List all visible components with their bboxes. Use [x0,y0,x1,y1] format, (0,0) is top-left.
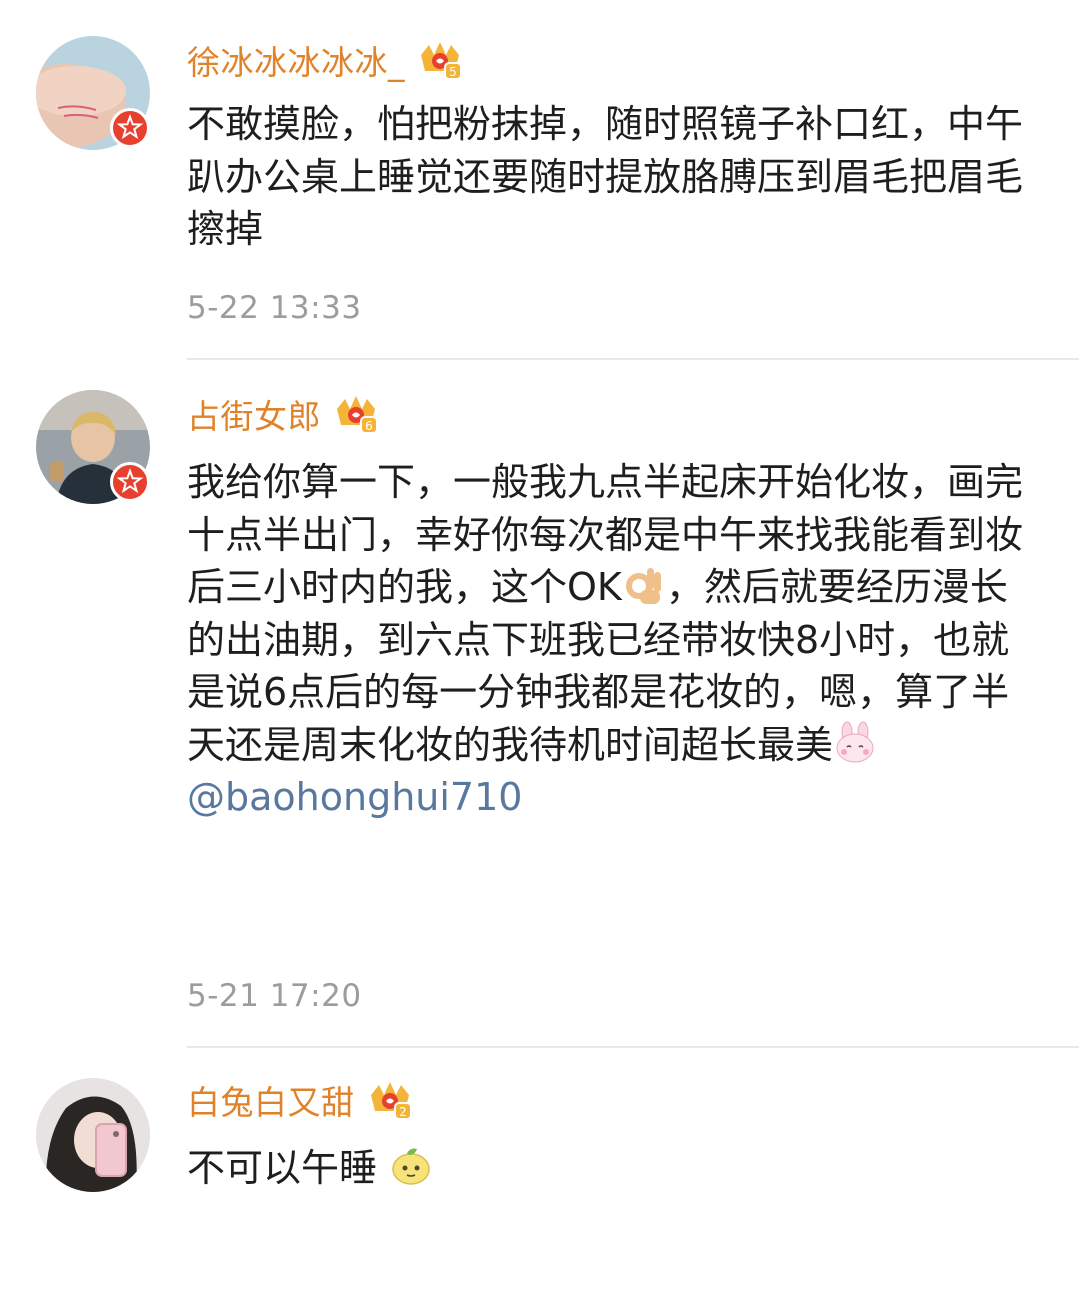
timestamp: 5-21 17:20 [187,978,362,1014]
vip-crown-icon[interactable]: 6 [333,391,379,437]
comment-item: 占街女郎 6 我给你算一下，一般我九点半起床开始化妆，画完十点半出门，幸好你每次… [0,360,1079,1048]
comment-text: 不可以午睡 [187,1142,1037,1195]
mention-link[interactable]: @baohonghui710 [187,775,522,819]
ok-hand-emoji-icon [622,562,666,606]
username[interactable]: 徐冰冰冰冰冰_ [187,36,405,84]
comment-text: 不敢摸脸，怕把粉抹掉，随时照镜子补口红，中午趴办公桌上睡觉还要随时提放胳膊压到眉… [187,98,1037,256]
lemon-emoji-icon [389,1143,433,1187]
comment-text: 我给你算一下，一般我九点半起床开始化妆，画完十点半出门，幸好你每次都是中午来找我… [187,456,1037,824]
crown-level: 5 [449,65,457,79]
username-row: 白兔白又甜 2 [187,1076,413,1124]
username[interactable]: 白兔白又甜 [187,1076,355,1124]
username[interactable]: 占街女郎 [187,390,321,438]
avatar[interactable] [36,1078,150,1192]
vip-crown-icon[interactable]: 5 [417,37,463,83]
timestamp: 5-22 13:33 [187,290,362,326]
bunny-emoji-icon [833,720,877,764]
username-row: 徐冰冰冰冰冰_ 5 [187,36,463,84]
verified-star-badge-icon [110,108,150,148]
crown-level: 6 [365,419,373,433]
crown-level: 2 [399,1105,407,1119]
comment-item: 白兔白又甜 2 不可以午睡 [0,1048,1079,1290]
comment-text-content: 不可以午睡 [187,1146,378,1190]
username-row: 占街女郎 6 [187,390,379,438]
comment-text-content: 不敢摸脸，怕把粉抹掉，随时照镜子补口红，中午趴办公桌上睡觉还要随时提放胳膊压到眉… [187,102,1024,251]
verified-star-badge-icon [110,462,150,502]
comment-item: 徐冰冰冰冰冰_ 5 不敢摸脸，怕把粉抹掉，随时照镜子补口红，中午趴办公桌上睡觉还… [0,0,1079,360]
vip-crown-icon[interactable]: 2 [367,1077,413,1123]
